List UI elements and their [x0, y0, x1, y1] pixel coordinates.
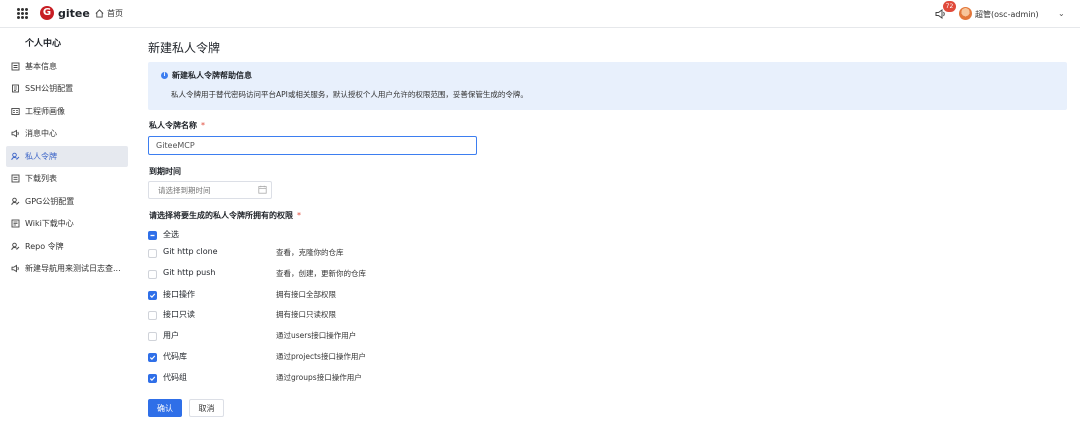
download-list-icon — [11, 174, 20, 183]
permission-description: 拥有接口全部权限 — [276, 290, 336, 299]
top-navigation-bar: G gitee 首页 72 超管(osc-admin) ⌄ — [0, 0, 1080, 28]
select-all-checkbox[interactable] — [148, 230, 157, 240]
notification-count-badge: 72 — [943, 1, 956, 12]
permission-row-git-push[interactable]: Git http push 查看，创建，更新你的仓库 — [148, 267, 366, 281]
permission-checkbox[interactable] — [148, 310, 157, 320]
home-label: 首页 — [107, 9, 123, 18]
logo-text: gitee — [58, 6, 90, 20]
permission-row-api-full[interactable]: 接口操作 拥有接口全部权限 — [148, 288, 336, 302]
user-name[interactable]: 超管(osc-admin) — [975, 9, 1039, 20]
permission-description: 通过users接口操作用户 — [276, 331, 357, 340]
expire-label: 到期时间 — [149, 167, 181, 176]
permission-checkbox[interactable] — [148, 248, 157, 258]
apps-grid-icon[interactable] — [17, 8, 28, 19]
key-file-icon — [11, 84, 20, 93]
main-content: 新建私人令牌 i 新建私人令牌帮助信息 私人令牌用于替代密码访问平台API或相关… — [136, 28, 1080, 435]
sidebar-item-label: SSH公钥配置 — [25, 84, 74, 93]
sidebar-item-label: 工程师画像 — [25, 107, 65, 116]
token-name-label-text: 私人令牌名称 — [149, 121, 197, 130]
id-card-icon — [11, 107, 20, 116]
sidebar-item-gpg-keys[interactable]: GPG公钥配置 — [6, 191, 128, 212]
calendar-icon[interactable] — [258, 185, 267, 194]
sidebar-item-engineer-profile[interactable]: 工程师画像 — [6, 101, 128, 122]
avatar[interactable] — [959, 7, 972, 20]
user-token-icon — [11, 242, 20, 251]
permission-label: 接口操作 — [163, 290, 195, 299]
help-title: i 新建私人令牌帮助信息 — [161, 70, 252, 81]
expire-date-input[interactable] — [148, 181, 272, 199]
sidebar-item-label: 私人令牌 — [25, 152, 57, 161]
help-text: 私人令牌用于替代密码访问平台API或相关服务，默认授权个人用户允许的权限范围，妥… — [171, 90, 528, 99]
permission-description: 查看，创建，更新你的仓库 — [276, 269, 366, 278]
sidebar-item-downloads[interactable]: 下载列表 — [6, 168, 128, 189]
sidebar-item-basic-info[interactable]: 基本信息 — [6, 56, 128, 77]
info-icon: i — [161, 72, 168, 79]
sidebar-item-wiki-downloads[interactable]: Wiki下载中心 — [6, 213, 128, 234]
permission-checkbox[interactable] — [148, 269, 157, 279]
sidebar-item-label: 新建导航用来测试日志查... — [25, 264, 121, 273]
permission-description: 通过groups接口操作用户 — [276, 373, 362, 382]
permission-checkbox[interactable] — [148, 352, 157, 362]
permission-checkbox[interactable] — [148, 290, 157, 300]
token-name-label: 私人令牌名称 * — [149, 120, 205, 131]
permission-label: 代码库 — [163, 352, 187, 361]
permission-label: Git http push — [163, 268, 216, 277]
speaker-icon — [11, 264, 20, 273]
permission-row-api-readonly[interactable]: 接口只读 拥有接口只读权限 — [148, 308, 336, 322]
page-title: 新建私人令牌 — [148, 41, 221, 55]
sidebar-item-label: Repo 令牌 — [25, 242, 64, 251]
sidebar-item-label: GPG公钥配置 — [25, 197, 75, 206]
permissions-label-text: 请选择将要生成的私人令牌所拥有的权限 — [149, 211, 293, 220]
select-all-label: 全选 — [163, 230, 179, 239]
permission-label: Git http clone — [163, 247, 218, 256]
speaker-icon — [11, 129, 20, 138]
wiki-icon — [11, 219, 20, 228]
permission-row-projects[interactable]: 代码库 通过projects接口操作用户 — [148, 350, 366, 364]
sidebar-title: 个人中心 — [24, 39, 61, 49]
required-mark: * — [201, 121, 205, 130]
permission-label: 代码组 — [163, 373, 187, 382]
sidebar-item-label: 消息中心 — [25, 129, 57, 138]
gitee-logo-icon: G — [40, 6, 54, 20]
permission-description: 通过projects接口操作用户 — [276, 352, 366, 361]
user-token-icon — [11, 152, 20, 161]
sidebar-item-private-tokens[interactable]: 私人令牌 — [6, 146, 128, 167]
permission-checkbox[interactable] — [148, 331, 157, 341]
required-mark: * — [297, 211, 301, 220]
permissions-label: 请选择将要生成的私人令牌所拥有的权限 * — [149, 210, 301, 221]
permission-label: 接口只读 — [163, 310, 195, 319]
permission-label: 用户 — [163, 331, 179, 340]
permission-description: 查看，克隆你的仓库 — [276, 248, 344, 257]
chevron-down-icon[interactable]: ⌄ — [1058, 9, 1065, 18]
sidebar-item-label: 基本信息 — [25, 62, 57, 71]
permission-row-groups[interactable]: 代码组 通过groups接口操作用户 — [148, 371, 362, 385]
token-name-input[interactable] — [148, 136, 477, 155]
check-icon — [149, 354, 156, 360]
confirm-button[interactable]: 确认 — [148, 399, 182, 417]
help-info-box: i 新建私人令牌帮助信息 私人令牌用于替代密码访问平台API或相关服务，默认授权… — [148, 62, 1067, 110]
sidebar-item-label: Wiki下载中心 — [25, 219, 74, 228]
check-icon — [149, 375, 156, 381]
sidebar-item-test-nav[interactable]: 新建导航用来测试日志查... — [6, 258, 128, 279]
help-title-text: 新建私人令牌帮助信息 — [172, 71, 252, 80]
permission-description: 拥有接口只读权限 — [276, 310, 336, 319]
sidebar-item-repo-tokens[interactable]: Repo 令牌 — [6, 236, 128, 257]
profile-card-icon — [11, 62, 20, 71]
home-icon — [95, 9, 104, 18]
permission-row-git-clone[interactable]: Git http clone 查看，克隆你的仓库 — [148, 246, 344, 260]
home-link[interactable]: 首页 — [95, 8, 123, 19]
sidebar-item-label: 下载列表 — [25, 174, 57, 183]
select-all-row[interactable]: 全选 — [148, 228, 179, 242]
sidebar-item-messages[interactable]: 消息中心 — [6, 123, 128, 144]
gitee-logo[interactable]: G gitee — [40, 6, 90, 20]
sidebar-item-ssh-keys[interactable]: SSH公钥配置 — [6, 78, 128, 99]
permission-row-users[interactable]: 用户 通过users接口操作用户 — [148, 329, 356, 343]
cancel-button[interactable]: 取消 — [189, 399, 224, 417]
sidebar: 个人中心 基本信息 SSH公钥配置 工程师画像 消息中心 私人令牌 下载列表 G… — [0, 28, 136, 435]
user-key-icon — [11, 197, 20, 206]
check-icon — [149, 292, 156, 298]
permission-checkbox[interactable] — [148, 373, 157, 383]
